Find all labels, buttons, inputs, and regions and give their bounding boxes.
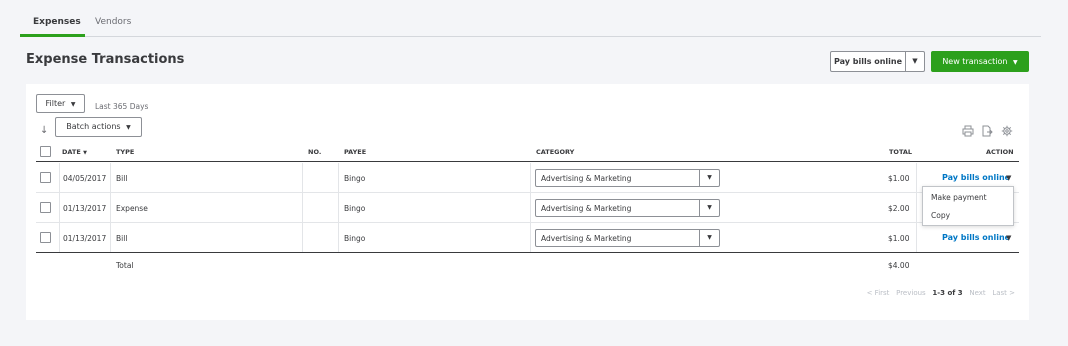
row-date: 01/13/2017: [63, 234, 107, 243]
previous-page-link[interactable]: Previous: [896, 289, 926, 297]
chevron-down-icon[interactable]: ▼: [1006, 234, 1011, 242]
chevron-down-icon[interactable]: ▼: [906, 52, 924, 71]
next-page-link[interactable]: Next: [969, 289, 985, 297]
chevron-down-icon[interactable]: ▼: [1006, 174, 1011, 182]
table-row[interactable]: 04/05/2017 Bill Bingo Advertising & Mark…: [36, 163, 1019, 193]
row-payee: Bingo: [344, 174, 366, 183]
row-payee: Bingo: [344, 234, 366, 243]
select-all-checkbox[interactable]: [40, 146, 51, 157]
category-select[interactable]: Advertising & Marketing ▼: [535, 169, 720, 187]
first-page-link[interactable]: < First: [867, 289, 890, 297]
batch-actions-button[interactable]: Batch actions ▼: [55, 117, 142, 137]
column-header-category[interactable]: CATEGORY: [536, 148, 574, 156]
page-title: Expense Transactions: [26, 52, 185, 67]
row-checkbox[interactable]: [40, 172, 51, 183]
settings-gear-icon[interactable]: [1001, 125, 1013, 137]
column-header-no[interactable]: NO.: [308, 148, 321, 156]
chevron-down-icon: ▼: [1013, 59, 1018, 66]
column-header-type[interactable]: TYPE: [116, 148, 134, 156]
print-icon[interactable]: [962, 125, 974, 137]
row-total: $2.00: [888, 204, 910, 213]
new-transaction-label: New transaction: [942, 57, 1008, 66]
total-value: $4.00: [888, 261, 910, 270]
tab-vendors[interactable]: Vendors: [95, 17, 131, 27]
action-dropdown-menu: Make payment Copy: [922, 186, 1014, 226]
last-page-link[interactable]: Last >: [992, 289, 1015, 297]
total-row: Total $4.00: [36, 254, 1019, 276]
new-transaction-button[interactable]: New transaction ▼: [931, 51, 1029, 72]
category-select[interactable]: Advertising & Marketing ▼: [535, 199, 720, 217]
row-checkbox[interactable]: [40, 232, 51, 243]
column-header-date[interactable]: DATE ▼: [62, 148, 87, 156]
menu-item-make-payment[interactable]: Make payment: [931, 193, 987, 202]
chevron-down-icon: ▼: [70, 101, 76, 108]
table-row[interactable]: 01/13/2017 Expense Bingo Advertising & M…: [36, 193, 1019, 223]
row-total: $1.00: [888, 234, 910, 243]
menu-item-copy[interactable]: Copy: [931, 211, 950, 220]
pay-bills-online-link[interactable]: Pay bills online: [942, 173, 1010, 182]
pagination: < First Previous 1-3 of 3 Next Last >: [867, 289, 1015, 297]
chevron-down-icon[interactable]: ▼: [699, 230, 719, 246]
chevron-down-icon[interactable]: ▼: [699, 200, 719, 216]
tab-bar: Expenses Vendors: [20, 10, 1041, 37]
category-value: Advertising & Marketing: [541, 234, 632, 243]
date-range-label: Last 365 Days: [95, 102, 149, 111]
sort-arrow-icon[interactable]: ↓: [40, 125, 48, 136]
category-value: Advertising & Marketing: [541, 204, 632, 213]
row-date: 01/13/2017: [63, 204, 107, 213]
chevron-down-icon[interactable]: ▼: [699, 170, 719, 186]
chevron-down-icon: ▼: [126, 124, 131, 131]
total-label: Total: [116, 261, 134, 270]
sort-caret-icon: ▼: [83, 150, 87, 156]
filter-button[interactable]: Filter ▼: [36, 94, 85, 113]
pay-bills-online-button[interactable]: Pay bills online: [831, 52, 906, 71]
batch-actions-label: Batch actions: [66, 122, 121, 131]
export-icon[interactable]: [981, 125, 993, 137]
category-value: Advertising & Marketing: [541, 174, 632, 183]
column-header-payee[interactable]: PAYEE: [344, 148, 366, 156]
row-total: $1.00: [888, 174, 910, 183]
active-tab-indicator: [20, 34, 85, 37]
pay-bills-online-split-button[interactable]: Pay bills online ▼: [830, 51, 925, 72]
table-row[interactable]: 01/13/2017 Bill Bingo Advertising & Mark…: [36, 223, 1019, 253]
column-header-total[interactable]: TOTAL: [889, 148, 912, 156]
column-header-action: ACTION: [986, 148, 1014, 156]
filter-label: Filter: [45, 99, 66, 108]
pay-bills-online-link[interactable]: Pay bills online: [942, 233, 1010, 242]
page-range: 1-3 of 3: [932, 289, 963, 297]
row-payee: Bingo: [344, 204, 366, 213]
row-type: Expense: [116, 204, 148, 213]
row-type: Bill: [116, 174, 128, 183]
tab-expenses[interactable]: Expenses: [33, 17, 81, 27]
row-type: Bill: [116, 234, 128, 243]
transactions-card: Filter ▼ Last 365 Days ↓ Batch actions ▼…: [26, 84, 1029, 320]
row-checkbox[interactable]: [40, 202, 51, 213]
row-date: 04/05/2017: [63, 174, 107, 183]
category-select[interactable]: Advertising & Marketing ▼: [535, 229, 720, 247]
table-header: DATE ▼ TYPE NO. PAYEE CATEGORY TOTAL ACT…: [36, 143, 1019, 162]
